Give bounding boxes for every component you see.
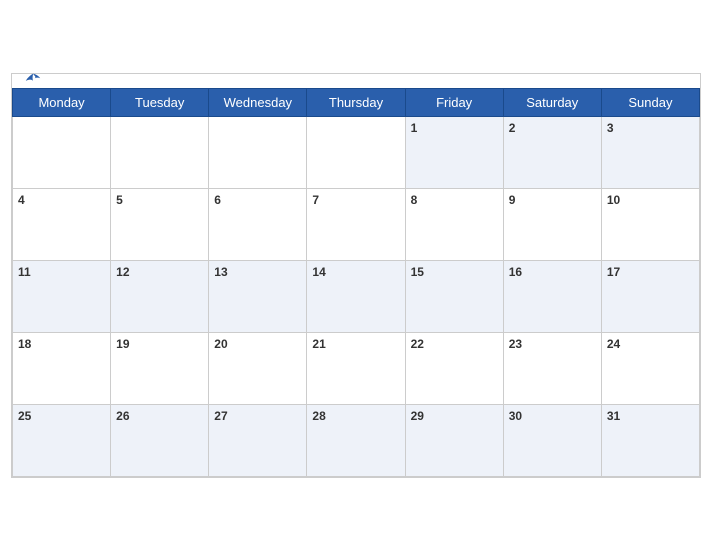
calendar-day-cell — [111, 116, 209, 188]
calendar-day-cell: 23 — [503, 332, 601, 404]
day-number: 10 — [607, 193, 620, 207]
calendar-day-cell: 20 — [209, 332, 307, 404]
calendar-week-row: 4 5 6 7 8 9 10 — [13, 188, 700, 260]
day-number: 19 — [116, 337, 129, 351]
day-number: 15 — [411, 265, 424, 279]
calendar-day-cell: 26 — [111, 404, 209, 476]
day-number: 22 — [411, 337, 424, 351]
calendar-day-cell: 12 — [111, 260, 209, 332]
day-number: 30 — [509, 409, 522, 423]
weekday-header-saturday: Saturday — [503, 88, 601, 116]
calendar-header — [12, 74, 700, 88]
calendar-day-cell: 25 — [13, 404, 111, 476]
day-number: 9 — [509, 193, 516, 207]
day-number: 4 — [18, 193, 25, 207]
weekday-header-sunday: Sunday — [601, 88, 699, 116]
calendar-day-cell: 9 — [503, 188, 601, 260]
weekday-header-row: MondayTuesdayWednesdayThursdayFridaySatu… — [13, 88, 700, 116]
calendar-day-cell: 21 — [307, 332, 405, 404]
calendar-week-row: 1 2 3 — [13, 116, 700, 188]
day-number: 16 — [509, 265, 522, 279]
weekday-header-friday: Friday — [405, 88, 503, 116]
day-number: 2 — [509, 121, 516, 135]
day-number: 14 — [312, 265, 325, 279]
day-number: 20 — [214, 337, 227, 351]
day-number: 3 — [607, 121, 614, 135]
day-number: 25 — [18, 409, 31, 423]
day-number: 29 — [411, 409, 424, 423]
calendar-day-cell: 19 — [111, 332, 209, 404]
calendar-day-cell: 31 — [601, 404, 699, 476]
calendar-day-cell: 28 — [307, 404, 405, 476]
calendar-table: MondayTuesdayWednesdayThursdayFridaySatu… — [12, 88, 700, 477]
calendar-day-cell — [307, 116, 405, 188]
calendar-day-cell: 1 — [405, 116, 503, 188]
calendar-day-cell: 18 — [13, 332, 111, 404]
day-number: 23 — [509, 337, 522, 351]
day-number: 8 — [411, 193, 418, 207]
day-number: 1 — [411, 121, 418, 135]
weekday-header-tuesday: Tuesday — [111, 88, 209, 116]
calendar-day-cell: 6 — [209, 188, 307, 260]
calendar-week-row: 11 12 13 14 15 16 17 — [13, 260, 700, 332]
calendar-day-cell: 2 — [503, 116, 601, 188]
calendar-day-cell: 5 — [111, 188, 209, 260]
calendar-day-cell: 24 — [601, 332, 699, 404]
calendar-day-cell: 16 — [503, 260, 601, 332]
calendar-day-cell: 27 — [209, 404, 307, 476]
calendar-day-cell: 13 — [209, 260, 307, 332]
calendar-day-cell: 22 — [405, 332, 503, 404]
calendar-day-cell: 17 — [601, 260, 699, 332]
day-number: 17 — [607, 265, 620, 279]
calendar-day-cell: 11 — [13, 260, 111, 332]
day-number: 18 — [18, 337, 31, 351]
day-number: 26 — [116, 409, 129, 423]
calendar-week-row: 18 19 20 21 22 23 24 — [13, 332, 700, 404]
day-number: 13 — [214, 265, 227, 279]
day-number: 12 — [116, 265, 129, 279]
day-number: 6 — [214, 193, 221, 207]
calendar-day-cell: 7 — [307, 188, 405, 260]
day-number: 11 — [18, 265, 31, 279]
calendar-week-row: 25 26 27 28 29 30 31 — [13, 404, 700, 476]
calendar-day-cell: 29 — [405, 404, 503, 476]
day-number: 31 — [607, 409, 620, 423]
day-number: 28 — [312, 409, 325, 423]
weekday-header-wednesday: Wednesday — [209, 88, 307, 116]
logo — [22, 72, 42, 90]
day-number: 21 — [312, 337, 325, 351]
logo-icon — [24, 72, 42, 90]
calendar-day-cell: 14 — [307, 260, 405, 332]
calendar: MondayTuesdayWednesdayThursdayFridaySatu… — [11, 73, 701, 478]
calendar-day-cell: 10 — [601, 188, 699, 260]
calendar-day-cell: 4 — [13, 188, 111, 260]
calendar-day-cell — [209, 116, 307, 188]
calendar-day-cell: 8 — [405, 188, 503, 260]
calendar-body: 1234567891011121314151617181920212223242… — [13, 116, 700, 476]
weekday-header-thursday: Thursday — [307, 88, 405, 116]
day-number: 7 — [312, 193, 319, 207]
weekday-header-monday: Monday — [13, 88, 111, 116]
calendar-day-cell: 30 — [503, 404, 601, 476]
day-number: 27 — [214, 409, 227, 423]
calendar-thead: MondayTuesdayWednesdayThursdayFridaySatu… — [13, 88, 700, 116]
calendar-day-cell: 15 — [405, 260, 503, 332]
calendar-day-cell: 3 — [601, 116, 699, 188]
day-number: 24 — [607, 337, 620, 351]
day-number: 5 — [116, 193, 123, 207]
calendar-day-cell — [13, 116, 111, 188]
